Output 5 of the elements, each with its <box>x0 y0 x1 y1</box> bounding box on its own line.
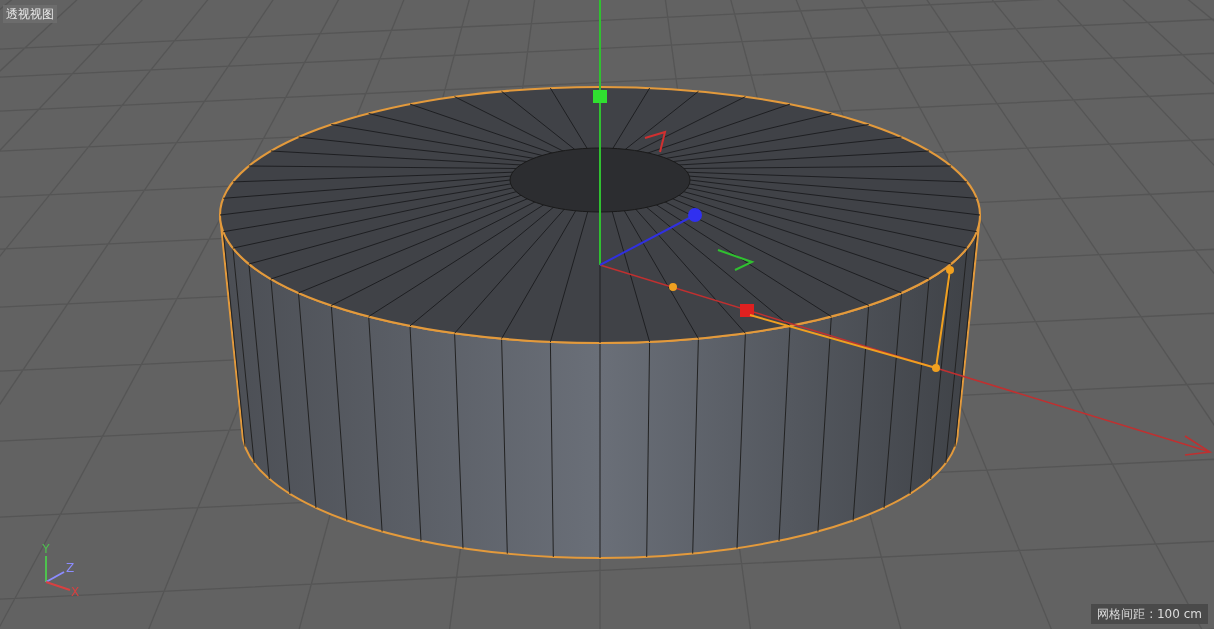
axis-label: Z <box>65 561 75 575</box>
viewport-title: 透视视图 <box>3 5 57 23</box>
grid-spacing-label: 网格间距 : 100 cm <box>1091 604 1208 624</box>
axis-label: Y <box>42 542 50 556</box>
axis-label: X <box>70 585 80 599</box>
